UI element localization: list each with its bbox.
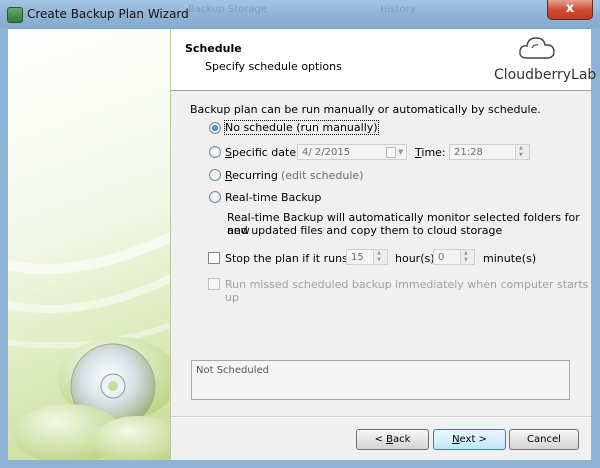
wizard-sidebar [8, 29, 171, 460]
back-button[interactable]: < Back [356, 429, 429, 450]
background-window-title: History [380, 4, 416, 15]
run-missed-label: Run missed scheduled backup immediately … [225, 278, 589, 304]
next-button[interactable]: Next > [433, 429, 506, 450]
no-schedule-radio[interactable] [209, 122, 221, 134]
app-icon [7, 7, 23, 23]
window-frame-bottom [0, 460, 600, 468]
schedule-status-text: Not Scheduled [196, 365, 269, 376]
schedule-panel: Backup plan can be run manually or autom… [171, 91, 591, 460]
minutes-value: 0 [438, 252, 445, 263]
background-window-title: Backup Storage [188, 4, 267, 15]
minutes-label: minute(s) [483, 252, 537, 265]
hours-field[interactable]: 15 [346, 245, 388, 268]
brand-name: CloudberryLab [494, 67, 597, 83]
next-button-label: Next > [452, 434, 487, 445]
run-missed-checkbox[interactable] [208, 278, 220, 290]
cloudberry-logo-icon [519, 37, 555, 59]
title-bar[interactable]: Create Backup Plan Wizard Backup Storage… [0, 0, 600, 28]
wizard-window: Create Backup Plan Wizard Backup Storage… [0, 0, 600, 468]
time-label: Time: [415, 146, 446, 159]
time-value: 21:28 [454, 147, 483, 158]
specific-date-label-rest: pecific date: [231, 146, 300, 159]
window-frame-right [591, 28, 600, 468]
button-separator [171, 416, 591, 418]
date-picker[interactable]: 4/ 2/2015 [297, 144, 407, 160]
realtime-radio[interactable] [209, 191, 221, 203]
stop-plan-checkbox[interactable] [208, 252, 220, 264]
schedule-status-box: Not Scheduled [191, 360, 570, 400]
wizard-header: Schedule Specify schedule options Cloudb… [171, 29, 596, 91]
close-button[interactable]: x [547, 0, 593, 20]
specific-date-radio[interactable] [209, 146, 221, 158]
time-spinner[interactable] [515, 140, 529, 163]
specific-date-label[interactable]: Specific date: [225, 146, 300, 159]
hours-label: hour(s) [395, 252, 435, 265]
window-frame-left [0, 28, 8, 468]
minutes-spinner[interactable] [460, 245, 474, 268]
page-subtitle: Specify schedule options [205, 60, 342, 73]
recurring-radio[interactable] [209, 169, 221, 181]
page-title: Schedule [185, 42, 242, 55]
recurring-label[interactable]: Recurring [225, 169, 278, 182]
no-schedule-label[interactable]: No schedule (run manually) [224, 120, 379, 135]
back-button-label: < Back [374, 434, 411, 445]
minutes-field[interactable]: 0 [433, 245, 475, 268]
realtime-description-line2: and updated files and copy them to cloud… [227, 224, 503, 237]
hours-value: 15 [351, 252, 364, 263]
date-value: 4/ 2/2015 [302, 147, 351, 158]
calendar-dropdown-icon[interactable] [384, 144, 406, 160]
window-title: Create Backup Plan Wizard [27, 7, 189, 21]
edit-schedule-link[interactable]: (edit schedule) [281, 169, 364, 182]
intro-text: Backup plan can be run manually or autom… [190, 103, 541, 116]
cloud-disc-illustration [8, 232, 170, 460]
realtime-label[interactable]: Real-time Backup [225, 191, 321, 204]
cancel-button[interactable]: Cancel [509, 429, 579, 450]
time-field[interactable]: 21:28 [449, 140, 530, 163]
hours-spinner[interactable] [373, 245, 387, 268]
